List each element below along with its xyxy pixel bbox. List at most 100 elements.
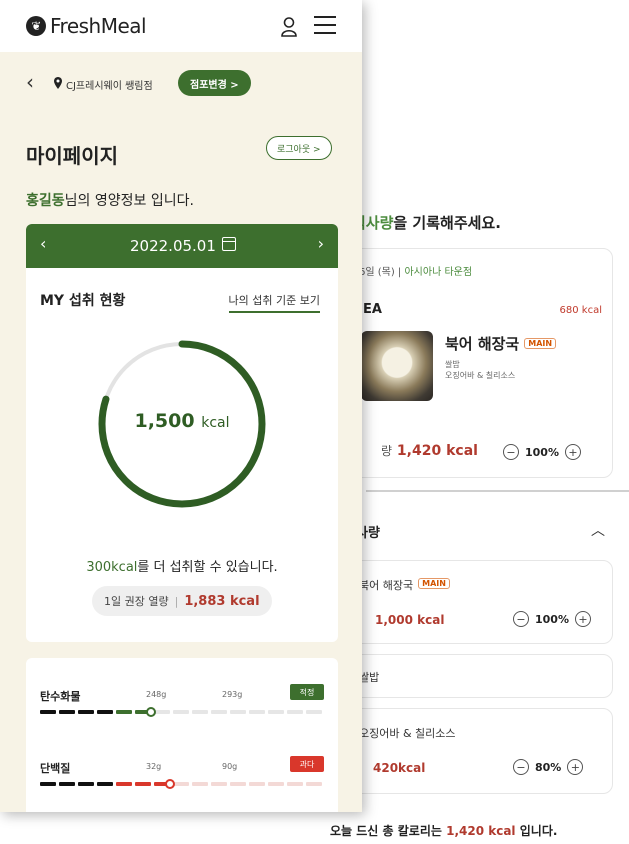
portion-stepper: − 100% +	[503, 444, 581, 460]
bar-segment	[116, 782, 132, 786]
side-dish: 쌀밥	[445, 360, 460, 369]
item-name: 쌀밥	[359, 671, 380, 684]
item-name: 오징어바 & 칠리소스	[359, 727, 456, 740]
nutrient-row: 단백질 32g 90g 과다	[26, 750, 338, 796]
store-name: CJ프레시웨이 쌩림점	[66, 81, 153, 92]
meal-item-card: 쌀밥	[350, 654, 613, 698]
back-arrow-icon[interactable]: ‹	[26, 70, 34, 94]
meal-date: 6일 (목) | 아시아나 타운점	[359, 267, 473, 278]
nutrient-status-badge: 과다	[290, 756, 324, 772]
daily-total-kcal: 1,420 kcal	[446, 824, 516, 838]
bar-segment	[173, 782, 189, 786]
hamburger-menu-icon[interactable]	[314, 16, 336, 34]
item-name-text: 북어 해장국	[359, 579, 414, 592]
meal-total: 량 1,420 kcal	[381, 442, 478, 459]
food-name-text: 북어 해장국	[445, 335, 520, 353]
logout-button[interactable]: 로그아웃 >	[266, 136, 332, 160]
item-kcal: 420kcal	[373, 761, 426, 775]
meal-card: 6일 (목) | 아시아나 타운점 EA 680 kcal 북어 해장국 MAIN…	[340, 248, 613, 478]
meal-total-kcal: 1,420 kcal	[396, 443, 478, 459]
daily-total: 오늘 드신 총 칼로리는 1,420 kcal 입니다.	[330, 822, 557, 839]
daily-total-suffix: 입니다.	[519, 824, 558, 838]
plus-button[interactable]: +	[564, 444, 581, 460]
logo[interactable]: ❦ FreshMeal	[26, 14, 147, 38]
recommend-label: 1일 권장 열량	[104, 595, 169, 608]
portion-stepper: − 80% +	[513, 759, 584, 775]
prev-date-button[interactable]: ‹	[40, 234, 46, 253]
bar-segment	[116, 710, 132, 714]
bar-segment	[40, 710, 56, 714]
nutrient-target: 293g	[222, 690, 243, 699]
bar-segment	[59, 710, 75, 714]
intake-card: ‹ 2022.05.01 › MY 섭취 현황 나의 섭취 기준 보기 1,50…	[26, 224, 338, 642]
calorie-value: 1,500 kcal	[92, 410, 272, 432]
nutrient-card: 탄수화물 248g 293g 적정 단백질 32g 90g 과다	[26, 658, 338, 812]
meal-date-text: 6일 (목)	[359, 267, 395, 278]
remaining-text: 300kcal를 더 섭취할 수 있습니다.	[26, 556, 338, 575]
meal-item-card: 북어 해장국 MAIN 1,000 kcal − 100% +	[350, 560, 613, 644]
nutrient-current: 248g	[146, 690, 167, 699]
store-bar: ‹ CJ프레시웨이 쌩림점 점포변경 >	[20, 68, 342, 98]
intake-title: MY 섭취 현황	[40, 293, 126, 309]
bar-segment	[135, 782, 151, 786]
nutrient-bar	[40, 779, 324, 789]
remaining-kcal: 300kcal	[86, 560, 138, 575]
page-body: ‹ CJ프레시웨이 쌩림점 점포변경 > 마이페이지 로그아웃 > 홍길동님의 …	[0, 52, 362, 812]
calorie-number: 1,500	[134, 410, 195, 432]
bar-segment	[211, 710, 227, 714]
date-navigator: ‹ 2022.05.01 ›	[26, 224, 338, 268]
intake-standard-link[interactable]: 나의 섭취 기준 보기	[228, 292, 320, 313]
welcome-rest: 님의 영양정보 입니다.	[64, 193, 194, 209]
plus-button[interactable]: +	[574, 611, 591, 627]
minus-button[interactable]: −	[513, 611, 529, 627]
bar-segment	[78, 710, 94, 714]
bar-marker	[165, 779, 175, 789]
nutrient-bar	[40, 707, 324, 717]
chevron-up-icon[interactable]: ︿	[591, 520, 605, 540]
bar-segment	[78, 782, 94, 786]
bar-segment	[268, 782, 284, 786]
recommended-calories: 1일 권장 열량 | 1,883 kcal	[92, 586, 272, 616]
bar-segment	[173, 710, 189, 714]
store-change-button[interactable]: 점포변경 >	[178, 70, 251, 96]
item-kcal: 1,000 kcal	[375, 613, 445, 627]
bar-segment	[287, 710, 303, 714]
bar-segment	[97, 782, 113, 786]
bar-segment	[249, 782, 265, 786]
next-date-button[interactable]: ›	[318, 234, 324, 253]
nutrient-status-badge: 적정	[290, 684, 324, 700]
plus-button[interactable]: +	[567, 759, 584, 775]
portion-percent: 100%	[535, 612, 569, 626]
food-name: 북어 해장국 MAIN	[445, 333, 557, 354]
bar-segment	[192, 710, 208, 714]
app-header: ❦ FreshMeal	[0, 0, 362, 52]
meal-kcal: 680 kcal	[559, 305, 602, 316]
user-name: 홍길동	[26, 193, 65, 209]
calorie-unit: kcal	[201, 415, 230, 431]
meal-place: 아시아나 타운점	[404, 267, 473, 278]
remaining-rest: 를 더 섭취할 수 있습니다.	[137, 560, 278, 575]
minus-button[interactable]: −	[503, 444, 519, 460]
portion-stepper: − 100% +	[513, 611, 591, 627]
portion-percent: 100%	[525, 445, 559, 459]
current-date: 2022.05.01	[130, 237, 216, 255]
record-prompt: 식사량을 기록해주세요.	[352, 212, 501, 233]
item-name: 북어 해장국 MAIN	[359, 577, 450, 593]
calendar-icon[interactable]	[222, 237, 236, 251]
user-icon[interactable]	[280, 16, 298, 38]
side-dish: 오징어바 & 칠리소스	[445, 371, 516, 380]
bar-segment	[211, 782, 227, 786]
bar-marker	[146, 707, 156, 717]
nutrient-target: 90g	[222, 762, 238, 771]
divider	[366, 490, 629, 492]
recommend-value: 1,883 kcal	[184, 593, 260, 609]
meal-item-card: 오징어바 & 칠리소스 420kcal − 80% +	[350, 708, 613, 794]
meal-label: EA	[363, 302, 382, 317]
nutrient-name: 단백질	[40, 762, 71, 775]
bar-segment	[230, 710, 246, 714]
minus-button[interactable]: −	[513, 759, 529, 775]
daily-total-prefix: 오늘 드신 총 칼로리는	[330, 824, 442, 838]
bar-segment	[40, 782, 56, 786]
food-image	[361, 331, 433, 401]
bar-segment	[97, 710, 113, 714]
